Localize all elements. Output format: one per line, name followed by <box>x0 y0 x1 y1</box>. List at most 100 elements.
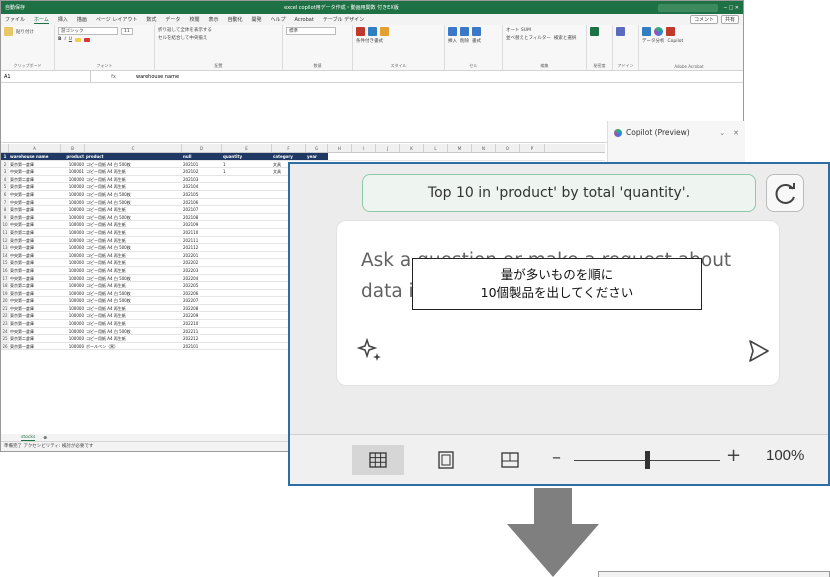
column-header[interactable]: K <box>400 144 424 152</box>
table-cell[interactable]: 202202 <box>182 259 222 266</box>
table-cell[interactable] <box>222 199 272 206</box>
table-cell[interactable]: 100000 <box>61 183 85 190</box>
table-cell[interactable]: コピー用紙 A4 再生紙 <box>85 305 182 312</box>
column-title[interactable]: warehouse name <box>9 153 61 160</box>
table-cell[interactable]: コピー用紙 A4 白 500枚 <box>85 214 182 221</box>
row-number[interactable]: 8 <box>1 206 9 213</box>
table-cell[interactable]: 中央第一倉庫 <box>9 297 61 304</box>
column-header[interactable]: M <box>448 144 472 152</box>
table-cell[interactable] <box>222 328 272 335</box>
table-cell[interactable]: 202203 <box>182 267 222 274</box>
ribbon-tab[interactable]: Acrobat <box>295 17 314 23</box>
table-cell[interactable]: 100000 <box>61 244 85 251</box>
copilot-button[interactable]: Copilot <box>668 39 684 44</box>
table-cell[interactable]: コピー用紙 A4 再生紙 <box>85 252 182 259</box>
table-cell[interactable]: 202107 <box>182 206 222 213</box>
table-cell[interactable]: ボールペン（黒） <box>85 343 182 350</box>
row-number[interactable]: 11 <box>1 228 9 236</box>
table-cell[interactable] <box>222 267 272 274</box>
table-cell[interactable]: 中央第一倉庫 <box>9 191 61 198</box>
table-cell[interactable]: コピー用紙 A4 白 500枚 <box>85 199 182 206</box>
row-number[interactable]: 5 <box>1 183 9 190</box>
table-cell[interactable]: 100000 <box>61 176 85 183</box>
zoom-out-button[interactable]: – <box>552 447 561 468</box>
table-cell[interactable]: 中央第一倉庫 <box>9 199 61 206</box>
column-title[interactable]: product <box>61 153 85 160</box>
delete-button[interactable]: 削除 <box>460 38 469 44</box>
table-cell[interactable]: 中央第一倉庫 <box>9 252 61 259</box>
table-cell[interactable] <box>222 206 272 213</box>
table-header-row[interactable]: 1 warehouse name product product null quantit… <box>1 153 605 161</box>
table-cell[interactable]: 202101 <box>182 161 222 168</box>
ribbon-tab[interactable]: 描画 <box>77 16 87 23</box>
font-size-select[interactable]: 11 <box>121 27 133 35</box>
table-cell[interactable]: 東京第一倉庫 <box>9 183 61 190</box>
ribbon-tab[interactable]: 挿入 <box>58 16 68 23</box>
ribbon-tab[interactable]: ファイル <box>5 16 25 23</box>
row-number[interactable]: 14 <box>1 251 9 259</box>
table-cell[interactable]: 100000 <box>61 214 85 221</box>
table-cell[interactable] <box>222 221 272 228</box>
column-header[interactable]: P <box>520 144 545 152</box>
table-cell[interactable]: 東京第一倉庫 <box>9 320 61 327</box>
table-cell[interactable]: コピー用紙 A4 白 500枚 <box>85 191 182 198</box>
table-cell[interactable]: 202102 <box>182 168 222 175</box>
column-header[interactable]: J <box>376 144 400 152</box>
table-cell[interactable]: コピー用紙 A4 再生紙 <box>85 282 182 289</box>
table-cell[interactable]: 202104 <box>182 183 222 190</box>
row-number[interactable]: 1 <box>1 153 9 160</box>
table-cell[interactable]: 100000 <box>61 297 85 304</box>
delete-cells-icon[interactable] <box>460 27 469 36</box>
table-cell[interactable]: 1 <box>222 168 272 175</box>
row-number[interactable]: 21 <box>1 304 9 312</box>
insert-button[interactable]: 挿入 <box>448 38 457 44</box>
sparkle-icon[interactable] <box>357 337 385 365</box>
table-cell[interactable]: 東京第一倉庫 <box>9 259 61 266</box>
ribbon-tab[interactable]: テーブル デザイン <box>323 16 364 23</box>
sensitivity-icon[interactable] <box>590 27 599 36</box>
table-cell[interactable]: 202109 <box>182 221 222 228</box>
cell-style-icon[interactable] <box>380 27 389 36</box>
table-cell[interactable] <box>222 305 272 312</box>
table-cell[interactable]: 202106 <box>182 199 222 206</box>
table-cell[interactable]: 100000 <box>61 259 85 266</box>
ribbon-tab[interactable]: データ <box>165 16 180 23</box>
table-cell[interactable]: コピー用紙 A4 白 500枚 <box>85 290 182 297</box>
column-header[interactable]: F <box>272 144 306 152</box>
insert-cells-icon[interactable] <box>448 27 457 36</box>
copilot-ribbon-icon[interactable] <box>654 27 663 36</box>
table-cell[interactable]: 202108 <box>182 214 222 221</box>
table-cell[interactable]: 100000 <box>61 206 85 213</box>
ribbon-tab[interactable]: 表示 <box>208 16 218 23</box>
table-cell[interactable]: 202105 <box>182 191 222 198</box>
add-sheet-button[interactable]: ⊕ <box>43 436 47 441</box>
table-cell[interactable]: コピー用紙 A4 再生紙 <box>85 237 182 244</box>
table-cell[interactable]: 東京第一倉庫 <box>9 290 61 297</box>
highlight-icon[interactable] <box>75 37 82 42</box>
table-cell[interactable]: 100000 <box>61 229 85 236</box>
table-cell[interactable]: 202111 <box>182 237 222 244</box>
column-header[interactable]: O <box>496 144 520 152</box>
table-cell[interactable]: 202209 <box>182 312 222 319</box>
refresh-button[interactable] <box>766 174 804 212</box>
row-number[interactable]: 7 <box>1 198 9 206</box>
table-cell[interactable]: 1 <box>222 161 272 168</box>
table-cell[interactable]: コピー用紙 A4 再生紙 <box>85 335 182 342</box>
row-number[interactable]: 15 <box>1 259 9 266</box>
row-number[interactable]: 16 <box>1 266 9 274</box>
formula-input[interactable]: warehouse name <box>136 74 179 80</box>
table-cell[interactable]: 100000 <box>61 320 85 327</box>
conditional-format-icon[interactable] <box>356 27 365 36</box>
table-cell[interactable]: 東京第一倉庫 <box>9 267 61 274</box>
ribbon-tab[interactable]: ページ レイアウト <box>96 16 138 23</box>
table-cell[interactable] <box>222 259 272 266</box>
row-number[interactable]: 10 <box>1 221 9 228</box>
table-cell[interactable]: 202207 <box>182 297 222 304</box>
table-cell[interactable]: 202101 <box>182 343 222 350</box>
table-cell[interactable]: 100000 <box>61 305 85 312</box>
suggestion-chip[interactable]: Top 10 in 'product' by total 'quantity'. <box>362 174 756 212</box>
column-header[interactable]: G <box>306 144 328 152</box>
table-cell[interactable]: 202112 <box>182 244 222 251</box>
zoom-slider-thumb[interactable] <box>645 451 650 469</box>
table-cell[interactable]: 東京第二倉庫 <box>9 335 61 342</box>
